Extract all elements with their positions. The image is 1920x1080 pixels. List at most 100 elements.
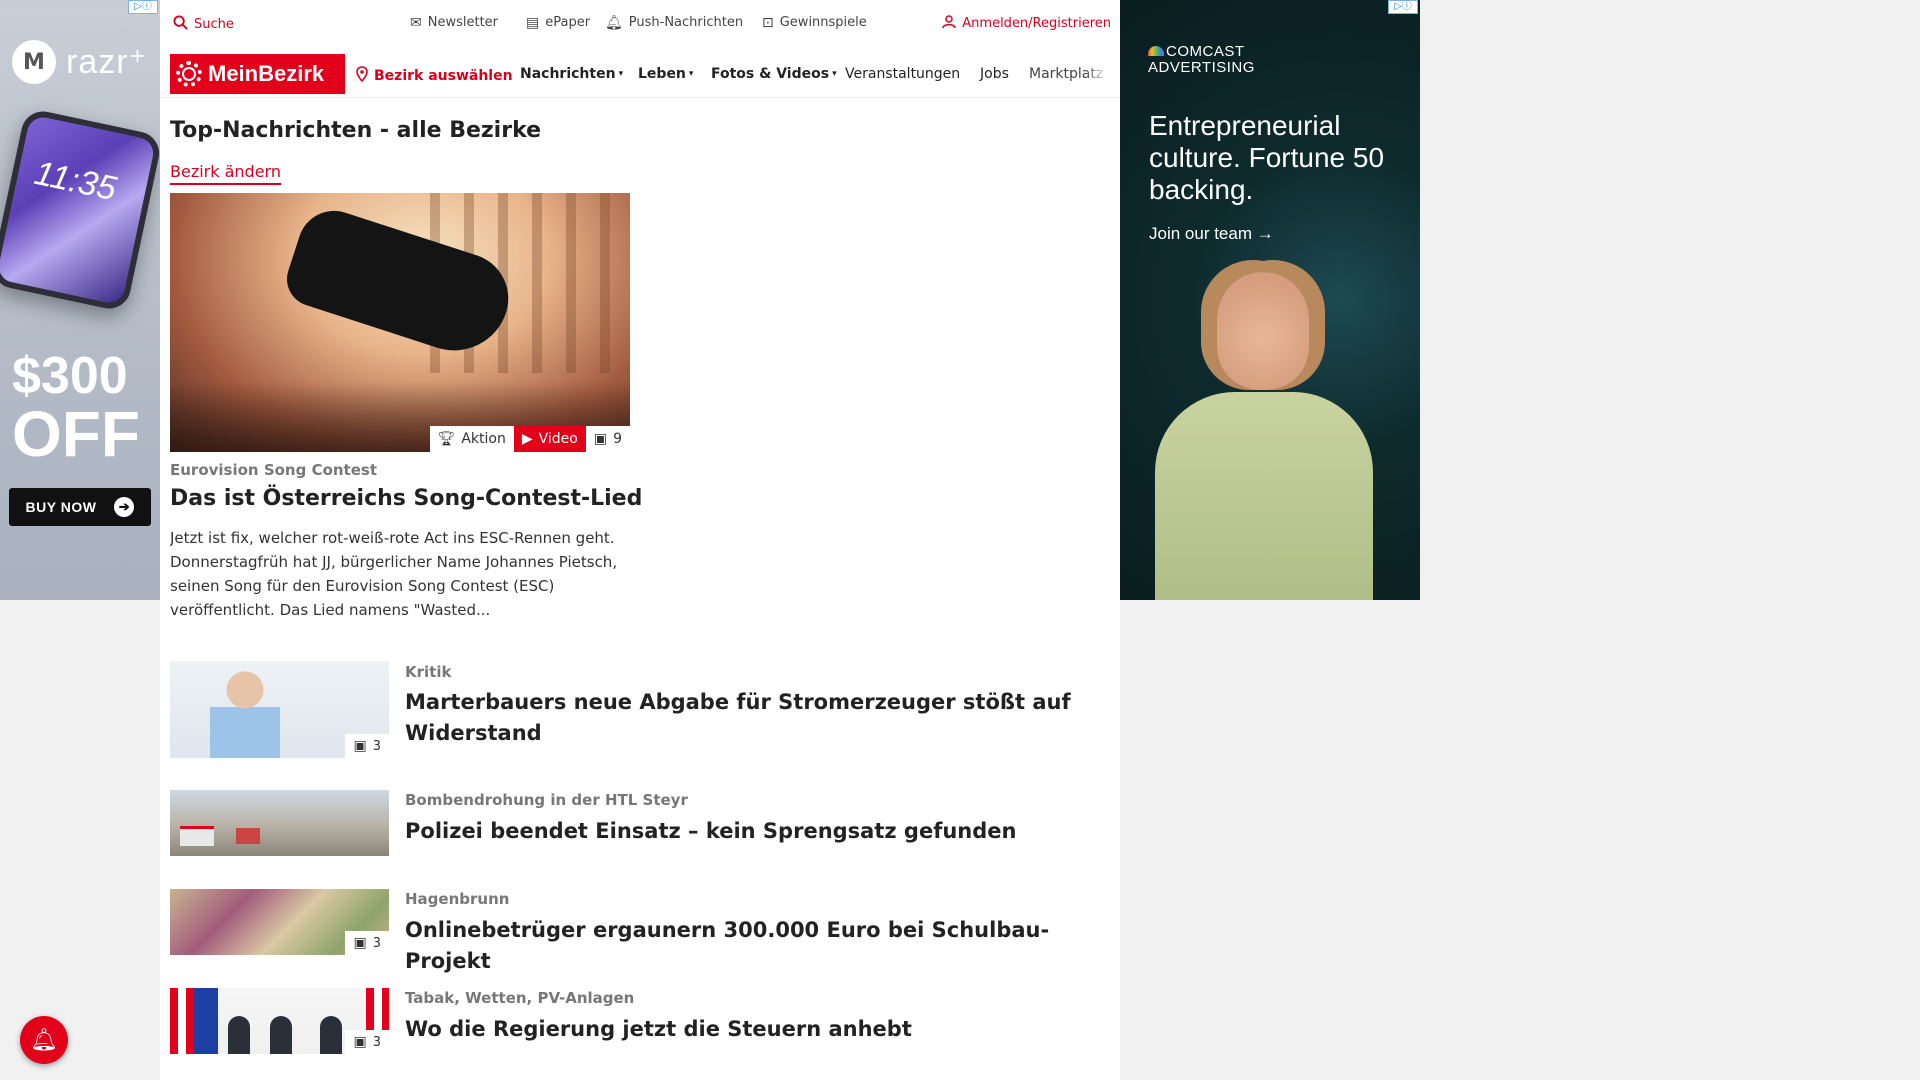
chevron-down-icon: ▾ — [832, 69, 837, 79]
main-navigation: MeinBezirk Bezirk auswählen Nachrichten ▾… — [160, 52, 1120, 98]
push-link[interactable]: 🔔︎ Push-Nachrichten — [605, 15, 743, 30]
ad-brand: M razr⁺ — [12, 40, 148, 84]
ad-offer: $300 OFF — [12, 350, 140, 466]
badge-video: ▶ Video — [513, 426, 586, 452]
nav-marktplatz[interactable]: Marktplatz — [1029, 66, 1109, 82]
badge-image-count-value: 9 — [613, 431, 622, 447]
nav-leben[interactable]: Leben ▾ — [638, 66, 693, 82]
bell-icon: 🔔︎ — [605, 14, 623, 31]
ad-person-image — [1137, 272, 1407, 600]
search-link[interactable]: Suche — [173, 15, 234, 33]
list-item[interactable]: ▣ 3 Hagenbrunn Onlinebetrüger ergaunern … — [170, 889, 1110, 973]
image-count-badge: ▣ 3 — [345, 734, 389, 758]
ad-brand-name: razr⁺ — [66, 43, 148, 81]
gallery-icon: ▣ — [353, 935, 367, 951]
article-kicker: Kritik — [405, 663, 452, 681]
location-pin-icon — [356, 66, 368, 85]
gift-icon: ⊡ — [762, 14, 774, 31]
image-count-badge: ▣ 3 — [345, 1030, 389, 1054]
hero-article-image[interactable]: 🏆︎ Aktion ▶ Video ▣ 9 — [170, 193, 630, 452]
nav-nachrichten[interactable]: Nachrichten ▾ — [520, 66, 623, 82]
list-item[interactable]: ▣ 3 Kritik Marterbauers neue Abgabe für … — [170, 661, 1110, 758]
hero-kicker: Eurovision Song Contest — [170, 461, 378, 479]
select-district-label: Bezirk auswählen — [374, 67, 513, 84]
ad-buy-now-label: BUY NOW — [25, 499, 97, 515]
site-logo[interactable]: MeinBezirk — [170, 54, 345, 94]
chevron-down-icon: ▾ — [618, 69, 624, 79]
article-thumbnail[interactable]: ▣ 3 — [170, 661, 389, 758]
ad-banner-right[interactable]: ▷ⓘ COMCAST ADVERTISING Entrepreneurial c… — [1120, 0, 1420, 600]
chevron-down-icon: ▾ — [688, 69, 694, 79]
ad-join-link[interactable]: Join our team → — [1149, 224, 1274, 244]
ad-offer-amount: $300 — [12, 347, 128, 405]
nav-leben-label: Leben — [638, 66, 686, 82]
gallery-icon: ▣ — [593, 431, 608, 447]
article-thumbnail[interactable]: ▣ 3 — [170, 988, 389, 1054]
bell-icon: 🔔︎ — [30, 1027, 58, 1053]
main-content: Suche ✉ Newsletter ▤ ePaper 🔔︎ Push-Nach… — [160, 0, 1120, 1080]
site-logo-text: MeinBezirk — [208, 61, 325, 86]
article-title-link[interactable]: Wo die Regierung jetzt die Steuern anheb… — [405, 1014, 1105, 1045]
article-kicker: Tabak, Wetten, PV-Anlagen — [405, 989, 635, 1007]
image-count-value: 3 — [372, 1034, 381, 1050]
comcast-logo: COMCAST ADVERTISING — [1148, 44, 1255, 76]
article-title-link[interactable]: Polizei beendet Einsatz – kein Sprengsat… — [405, 816, 1105, 847]
user-icon — [942, 15, 957, 32]
signin-label: Anmelden/Registrieren — [962, 16, 1111, 31]
gallery-icon: ▣ — [353, 1034, 367, 1050]
hero-badges: 🏆︎ Aktion ▶ Video ▣ 9 — [429, 426, 630, 452]
trophy-icon: 🏆︎ — [437, 431, 456, 447]
gewinnspiele-label: Gewinnspiele — [779, 15, 867, 30]
image-count-value: 3 — [372, 738, 381, 754]
newsletter-link[interactable]: ✉ Newsletter — [410, 15, 498, 30]
nav-veranstaltungen[interactable]: Veranstaltungen — [845, 66, 960, 82]
newspaper-icon: ▤ — [526, 14, 540, 31]
mail-icon: ✉ — [410, 14, 422, 31]
nav-fotos-videos-label: Fotos & Videos — [711, 66, 830, 82]
change-district-link[interactable]: Bezirk ändern — [170, 162, 281, 185]
badge-image-count: ▣ 9 — [585, 426, 630, 452]
sun-logo-icon — [176, 61, 202, 87]
hero-teaser: Jetzt ist fix, welcher rot-weiß-rote Act… — [170, 529, 618, 619]
ad-banner-left[interactable]: ▷ⓘ M razr⁺ 11:35 $300 OFF BUY NOW ➔ — [0, 0, 160, 600]
epaper-link[interactable]: ▤ ePaper — [526, 15, 590, 30]
ad-buy-now-button[interactable]: BUY NOW ➔ — [9, 488, 151, 526]
newsletter-label: Newsletter — [427, 15, 499, 30]
article-thumbnail[interactable]: ▣ 3 — [170, 889, 389, 955]
comcast-logo-line2: ADVERTISING — [1148, 59, 1255, 76]
ad-choices-icon[interactable]: ▷ⓘ — [128, 0, 158, 14]
gallery-icon: ▣ — [353, 738, 367, 754]
article-title-link[interactable]: Onlinebetrüger ergaunern 300.000 Euro be… — [405, 915, 1105, 977]
nav-jobs[interactable]: Jobs — [980, 66, 1009, 82]
badge-aktion: 🏆︎ Aktion — [429, 426, 514, 452]
badge-video-label: Video — [538, 431, 578, 447]
ad-choices-icon[interactable]: ▷ⓘ — [1388, 0, 1418, 14]
badge-aktion-label: Aktion — [461, 431, 506, 447]
push-label: Push-Nachrichten — [628, 15, 744, 30]
motorola-logo-icon: M — [12, 40, 56, 84]
nav-fotos-videos[interactable]: Fotos & Videos ▾ — [711, 66, 837, 82]
comcast-logo-line1: COMCAST — [1166, 43, 1245, 60]
signin-link[interactable]: Anmelden/Registrieren — [942, 15, 1111, 32]
list-item[interactable]: Bombendrohung in der HTL Steyr Polizei b… — [170, 790, 1110, 856]
arrow-right-icon: ➔ — [114, 497, 135, 517]
ad-headline: Entrepreneurial culture. Fortune 50 back… — [1149, 110, 1385, 205]
ad-phone-image: 11:35 — [0, 107, 160, 313]
top-utility-bar: Suche ✉ Newsletter ▤ ePaper 🔔︎ Push-Nach… — [160, 0, 1120, 46]
page-title: Top-Nachrichten - alle Bezirke — [170, 118, 542, 143]
notification-bell-button[interactable]: 🔔︎ — [20, 1016, 68, 1064]
peacock-logo-icon — [1148, 46, 1164, 56]
ad-offer-off: OFF — [12, 398, 140, 470]
article-kicker: Hagenbrunn — [405, 890, 510, 908]
list-item[interactable]: ▣ 3 Tabak, Wetten, PV-Anlagen Wo die Reg… — [170, 988, 1110, 1054]
epaper-label: ePaper — [545, 15, 591, 30]
gewinnspiele-link[interactable]: ⊡ Gewinnspiele — [762, 15, 867, 30]
play-icon: ▶ — [521, 431, 533, 447]
search-label: Suche — [194, 16, 234, 32]
select-district-button[interactable]: Bezirk auswählen — [356, 66, 513, 85]
image-count-value: 3 — [372, 935, 381, 951]
image-count-badge: ▣ 3 — [345, 931, 389, 955]
hero-title-link[interactable]: Das ist Österreichs Song-Contest-Lied — [170, 486, 642, 511]
article-title-link[interactable]: Marterbauers neue Abgabe für Stromerzeug… — [405, 687, 1105, 749]
article-thumbnail[interactable] — [170, 790, 389, 856]
